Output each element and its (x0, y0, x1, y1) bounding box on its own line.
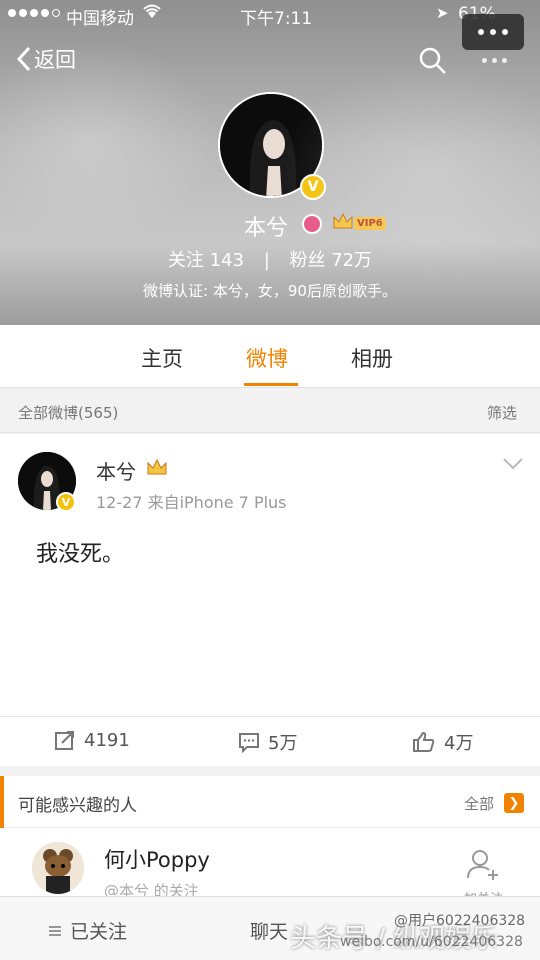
menu-lines-icon (49, 925, 61, 936)
repost-button[interactable]: 4191 (54, 729, 130, 751)
more-menu-button[interactable] (462, 14, 524, 50)
profile-header: 中国移动 下午7:11 ➤ 61% 返回 V 本兮 VIP6 关注 143 | … (0, 0, 540, 325)
all-posts-count[interactable]: 全部微博(565) (18, 402, 118, 423)
fans-label: 粉丝 (289, 250, 326, 271)
wifi-icon (142, 3, 162, 24)
back-label: 返回 (34, 48, 76, 72)
search-icon[interactable] (418, 46, 448, 80)
carrier-label: 中国移动 (66, 9, 134, 29)
suggested-user-avatar[interactable] (32, 842, 84, 894)
verified-badge-icon: V (56, 492, 76, 512)
comment-icon (239, 733, 259, 753)
post-actions: 4191 5万 4万 (0, 716, 540, 766)
see-all-link[interactable]: 全部 (464, 793, 494, 814)
chevron-left-icon (16, 46, 31, 72)
more-options-icon[interactable] (482, 58, 507, 63)
filter-bar: 全部微博(565) 筛选 (0, 389, 540, 433)
following-count: 143 (209, 250, 244, 271)
filter-button[interactable]: 筛选 (487, 402, 517, 423)
suggested-users-header: 可能感兴趣的人 全部 ❯ (0, 776, 540, 828)
back-button[interactable]: 返回 (16, 44, 76, 74)
female-gender-icon (302, 214, 322, 234)
thumbs-up-icon (413, 731, 435, 752)
followed-label: 已关注 (70, 921, 128, 943)
add-follow-icon[interactable] (466, 848, 500, 886)
chevron-down-icon[interactable] (502, 456, 524, 475)
tab-home[interactable]: 主页 (141, 343, 183, 373)
fans-link[interactable]: 粉丝 72万 (290, 250, 373, 271)
profile-avatar[interactable] (218, 92, 324, 198)
vip-level-badge[interactable]: VIP6 (354, 217, 386, 230)
like-count: 4万 (444, 733, 474, 754)
followed-button[interactable]: 已关注 (48, 917, 127, 944)
tab-weibo[interactable]: 微博 (246, 343, 288, 373)
repost-count: 4191 (84, 729, 130, 751)
chevron-right-icon[interactable]: ❯ (504, 793, 524, 813)
post-meta: 12-27 来自iPhone 7 Plus (96, 493, 287, 512)
following-link[interactable]: 关注 143 (168, 250, 244, 271)
watermark-handle: @用户6022406328 (394, 913, 526, 929)
post-text: 我没死。 (36, 542, 125, 567)
signal-icon (8, 9, 60, 17)
profile-name: 本兮 (244, 216, 289, 241)
following-label: 关注 (167, 250, 204, 271)
post-card[interactable]: V 本兮 12-27 来自iPhone 7 Plus 我没死。 (0, 434, 540, 716)
comment-button[interactable]: 5万 (238, 729, 297, 755)
location-arrow-icon: ➤ (436, 4, 449, 22)
watermark-site: weibo.com/u/6022406328 (340, 934, 523, 950)
fans-count: 72万 (331, 250, 373, 271)
suggested-users-title: 可能感兴趣的人 (18, 796, 137, 816)
verification-text: 微博认证: 本兮，女，90后原创歌手。 (143, 282, 397, 300)
active-tab-indicator (244, 383, 298, 386)
post-author-name[interactable]: 本兮 (96, 456, 136, 485)
status-time: 下午7:11 (240, 9, 313, 29)
vip-crown-icon (146, 458, 168, 480)
suggested-user-name[interactable]: 何小Poppy (104, 844, 210, 874)
section-accent-bar (0, 776, 4, 828)
comment-count: 5万 (268, 733, 298, 754)
vip-crown-icon (332, 212, 354, 234)
like-button[interactable]: 4万 (412, 729, 473, 755)
profile-stats: 关注 143 | 粉丝 72万 (0, 246, 540, 272)
verified-badge-icon: V (300, 174, 326, 200)
status-bar: 中国移动 下午7:11 ➤ 61% (0, 0, 540, 30)
stats-divider: | (263, 250, 270, 271)
chat-button[interactable]: 聊天 (250, 917, 288, 944)
profile-tabs: 主页 微博 相册 (0, 325, 540, 388)
share-icon (55, 731, 74, 750)
tab-album[interactable]: 相册 (351, 343, 393, 373)
